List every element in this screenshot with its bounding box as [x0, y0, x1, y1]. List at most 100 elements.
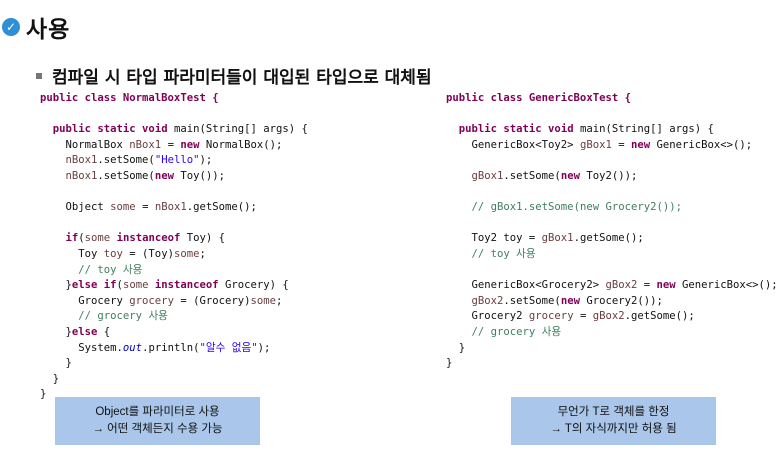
code-token: // gBox1.setSome(new Grocery2());	[471, 201, 682, 214]
code-token: gBox1	[471, 169, 504, 182]
code-block-generic-box: public class GenericBoxTest { public sta…	[446, 91, 778, 372]
code-token: else	[71, 325, 98, 338]
code-token: }	[446, 357, 453, 370]
code-token: ;	[276, 294, 283, 307]
bullet-point: 컴파일 시 타입 파라미터들이 대입된 타입으로 대체됨	[36, 63, 432, 88]
code-line: nBox1.setSome(new Toy());	[40, 170, 225, 182]
code-token: Toy());	[173, 169, 225, 182]
code-token: }	[40, 325, 72, 338]
code-line: if(some instanceof Toy) {	[40, 232, 226, 245]
code-token: instanceof	[116, 232, 181, 245]
code-line: gBox1.setSome(new Toy2());	[446, 169, 638, 182]
code-token: else if	[71, 279, 117, 292]
code-line: NormalBox nBox1 = new NormalBox();	[40, 138, 283, 151]
code-line: gBox2.setSome(new Grocery2());	[446, 295, 663, 307]
note-left-line1: Object를 파라미터로 사용	[95, 406, 220, 418]
code-token: new	[560, 169, 580, 182]
code-token: Toy2 toy =	[446, 232, 542, 245]
code-token: NormalBox();	[199, 138, 283, 151]
code-token: gBox1	[541, 232, 574, 245]
code-token: public static void	[52, 123, 168, 136]
code-token: .getSome();	[624, 310, 695, 323]
code-token: =	[611, 138, 631, 151]
code-line: // grocery 사용	[40, 310, 168, 322]
code-token: some	[110, 201, 136, 214]
code-token: nBox1	[154, 201, 187, 214]
code-token: some	[250, 294, 277, 307]
check-circle-icon: ✓	[2, 18, 20, 36]
code-token: {	[97, 325, 111, 338]
code-token: gBox1	[579, 138, 612, 151]
code-token: .setSome(	[97, 154, 155, 167]
code-token: Grocery	[40, 294, 130, 307]
code-line: }	[446, 357, 452, 369]
note-right-line1: 무언가 T로 객체를 한정	[557, 406, 670, 418]
code-token: nBox1	[129, 138, 162, 151]
code-line: Toy toy = (Toy)some;	[40, 248, 206, 260]
code-token: new	[154, 169, 174, 182]
note-box-left: Object를 파라미터로 사용 → 어떤 객체든지 수용 가능	[55, 397, 260, 445]
code-line: Grocery grocery = (Grocery)some;	[40, 295, 282, 307]
code-token: new	[180, 138, 200, 151]
code-line: // gBox1.setSome(new Grocery2());	[446, 201, 682, 213]
code-line: public static void main(String[] args) {	[40, 123, 308, 135]
page-title: 사용	[26, 17, 71, 43]
code-token: "알수 없음"	[199, 341, 258, 354]
code-token: Grocery) {	[218, 279, 289, 292]
code-line: }else if(some instanceof Grocery) {	[40, 279, 289, 291]
code-token: "Hello"	[154, 154, 200, 167]
code-block-normal-box: public class NormalBoxTest { public stat…	[40, 91, 308, 403]
code-token: NormalBox	[40, 138, 130, 151]
code-line: Grocery2 grocery = gBox2.getSome();	[446, 310, 695, 322]
code-token: = (Toy)	[122, 247, 174, 260]
note-right-line2: → T의 자식까지만 허용 됨	[550, 423, 677, 435]
code-token: public static void	[458, 123, 574, 136]
code-token: Object	[40, 201, 111, 214]
code-line: Toy2 toy = gBox1.getSome();	[446, 232, 644, 244]
code-token: = (Grocery)	[173, 294, 251, 307]
code-token: public class GenericBoxTest {	[446, 92, 631, 104]
code-token: instanceof	[154, 279, 219, 292]
code-token: GenericBox<>();	[650, 138, 753, 151]
code-token: // grocery 사용	[471, 325, 562, 338]
code-token: }	[40, 357, 72, 370]
code-token: new	[560, 294, 580, 307]
code-line: GenericBox<Grocery2> gBox2 = new Generic…	[446, 279, 778, 291]
code-token: some	[122, 279, 149, 292]
code-line: public static void main(String[] args) {	[446, 123, 714, 135]
code-token: main(String[] args) {	[573, 123, 714, 136]
code-line: // grocery 사용	[446, 325, 562, 338]
code-token: toy	[103, 247, 123, 260]
code-token: main(String[] args) {	[167, 123, 308, 136]
code-token: =	[573, 310, 593, 323]
code-token: out	[122, 341, 143, 354]
code-token: }	[40, 388, 47, 401]
code-token: }	[446, 341, 466, 354]
code-token: =	[161, 138, 181, 151]
code-token: =	[637, 279, 657, 292]
code-line: }	[446, 342, 465, 354]
code-token: some	[84, 232, 111, 245]
code-token: Toy) {	[180, 232, 226, 245]
code-token: .setSome(	[97, 169, 155, 182]
code-line: public class GenericBoxTest {	[446, 92, 631, 104]
code-token: grocery	[129, 294, 174, 307]
code-token: }	[40, 372, 60, 385]
code-line: System.out.println("알수 없음");	[40, 342, 270, 354]
code-token: nBox1	[65, 169, 98, 182]
code-token: .setSome(	[503, 169, 561, 182]
note-left-line2: → 어떤 객체든지 수용 가능	[92, 423, 223, 435]
code-token: ;	[199, 247, 206, 260]
code-line: }	[40, 357, 72, 369]
